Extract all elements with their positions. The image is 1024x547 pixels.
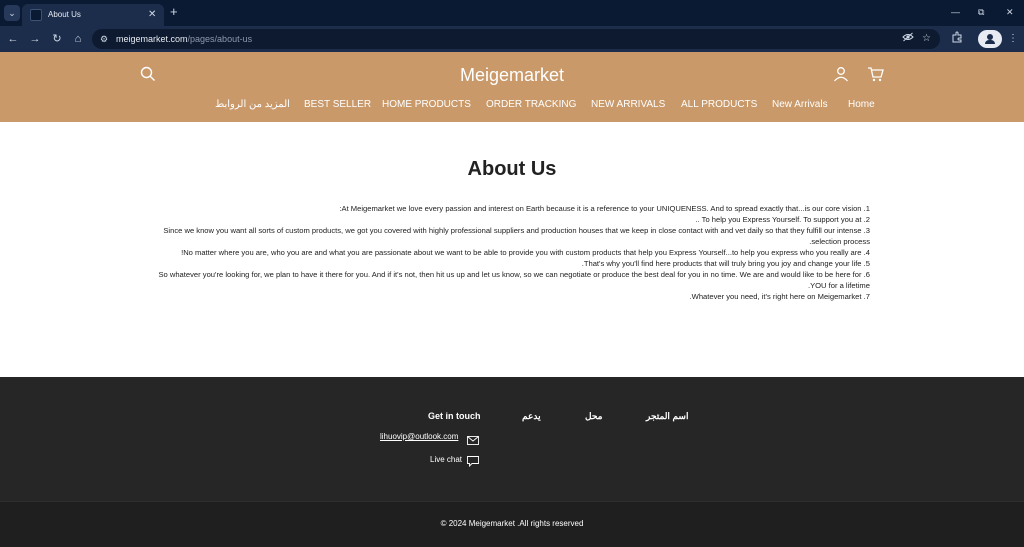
- back-button[interactable]: ←: [6, 31, 20, 47]
- about-paragraph: 6. So whatever you're looking for, we pl…: [158, 270, 870, 290]
- about-paragraph: 5. That's why you'll find here products …: [581, 259, 870, 268]
- reload-button[interactable]: ↻: [50, 31, 64, 47]
- footer-store-name-heading[interactable]: اسم المتجر: [646, 410, 688, 422]
- about-paragraph: 2. To help you Express Yourself. To supp…: [695, 215, 870, 224]
- page-title: About Us: [467, 158, 557, 180]
- tab-close-icon[interactable]: ✕: [148, 8, 156, 22]
- maximize-button[interactable]: ⧉: [978, 5, 984, 19]
- bookmark-star-icon[interactable]: ☆: [922, 32, 931, 46]
- tab-search-button[interactable]: ⌄: [4, 5, 20, 21]
- eye-off-icon[interactable]: [902, 32, 914, 47]
- nav-best-seller[interactable]: BEST SELLER: [304, 98, 371, 112]
- user-icon[interactable]: [833, 66, 849, 87]
- nav-all-products[interactable]: ALL PRODUCTS: [681, 98, 757, 112]
- new-tab-button[interactable]: +: [170, 4, 178, 20]
- extensions-icon[interactable]: [951, 31, 963, 49]
- about-paragraph: 4. No matter where you are, who you are …: [181, 248, 870, 257]
- profile-avatar-button[interactable]: [978, 30, 1002, 48]
- browser-menu-icon[interactable]: ⋮: [1008, 31, 1018, 47]
- nav-order-tracking[interactable]: ORDER TRACKING: [486, 98, 576, 112]
- copyright-bar: © 2024 Meigemarket .All rights reserved: [0, 501, 1024, 547]
- browser-toolbar: ← → ↻ ⌂ ⚙ meigemarket.com/pages/about-us…: [0, 26, 1024, 52]
- url-text[interactable]: meigemarket.com/pages/about-us: [116, 32, 252, 46]
- nav-home-products[interactable]: HOME PRODUCTS: [382, 98, 471, 112]
- url-host: meigemarket.com: [116, 34, 188, 44]
- address-bar[interactable]: ⚙ meigemarket.com/pages/about-us ☆: [92, 29, 940, 49]
- about-paragraph: 7. Whatever you need, it's right here on…: [689, 292, 870, 301]
- site-favicon-icon: [30, 9, 42, 21]
- copyright-text: © 2024 Meigemarket .All rights reserved: [440, 519, 584, 528]
- about-content: 1. At Meigemarket we love every passion …: [142, 203, 870, 302]
- footer-support-heading[interactable]: يدعم: [522, 410, 541, 422]
- home-button[interactable]: ⌂: [71, 31, 85, 47]
- cart-icon[interactable]: [867, 66, 884, 87]
- footer-live-chat-link[interactable]: Live chat: [430, 454, 462, 466]
- nav-home[interactable]: Home: [848, 98, 875, 112]
- nav-more-links[interactable]: المزيد من الروابط: [215, 98, 290, 112]
- url-path: /pages/about-us: [187, 34, 253, 44]
- footer-shop-heading[interactable]: محل: [585, 410, 602, 422]
- about-paragraph: 3. Since we know you want all sorts of c…: [163, 226, 870, 246]
- mail-icon: [467, 432, 479, 450]
- main-navigation: المزيد من الروابط BEST SELLER HOME PRODU…: [0, 98, 1024, 114]
- nav-new-arrivals-upper[interactable]: NEW ARRIVALS: [591, 98, 665, 112]
- site-header: Meigemarket المزيد من الروابط BEST SELLE…: [0, 52, 1024, 122]
- site-footer: اسم المتجر محل يدعم Get in touch lihuovi…: [0, 377, 1024, 501]
- tab-title: About Us: [48, 10, 81, 19]
- forward-button[interactable]: →: [28, 31, 42, 47]
- footer-contact-heading: Get in touch: [428, 411, 481, 421]
- nav-new-arrivals[interactable]: New Arrivals: [772, 98, 828, 112]
- chat-bubble-icon: [467, 454, 479, 472]
- about-paragraph: 1. At Meigemarket we love every passion …: [339, 204, 870, 213]
- footer-email-link[interactable]: lihuovip@outlook.com: [380, 431, 458, 443]
- tab-about-us[interactable]: About Us ✕: [22, 4, 164, 26]
- site-info-icon[interactable]: ⚙: [100, 32, 108, 46]
- profile-body: [985, 40, 995, 44]
- browser-tabstrip: ⌄ About Us ✕ + — ⧉ ✕: [0, 0, 1024, 26]
- window-close-button[interactable]: ✕: [1006, 5, 1014, 19]
- minimize-button[interactable]: —: [951, 5, 960, 19]
